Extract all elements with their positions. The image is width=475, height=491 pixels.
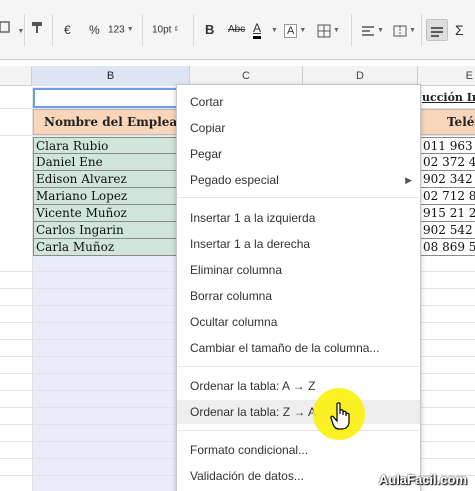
text-color-dropdown-icon[interactable]: ▼ bbox=[269, 19, 278, 41]
menu-item-sort-a-z[interactable]: Ordenar la tabla: A → Z bbox=[177, 374, 420, 398]
phone-cell[interactable]: 08 869 55 bbox=[418, 239, 475, 256]
column-header-e[interactable]: E bbox=[418, 66, 475, 86]
active-cell[interactable] bbox=[33, 88, 189, 108]
toolbar: ▼ € % 123 ▼ 10pt ⇕ B Abc A ▼ A ▼ ▼ ▼ ▼ Σ bbox=[0, 0, 475, 60]
currency-format-button[interactable]: € bbox=[64, 19, 71, 41]
table-row[interactable]: Carla Muñoz bbox=[33, 239, 190, 256]
submenu-arrow-icon: ▶ bbox=[405, 175, 412, 185]
menu-item-hide-column[interactable]: Ocultar columna bbox=[177, 310, 420, 334]
column-header-c[interactable]: C bbox=[190, 66, 303, 86]
print-icon[interactable]: ▼ bbox=[0, 19, 24, 41]
strikethrough-button[interactable]: Abc bbox=[228, 19, 245, 41]
paint-format-icon[interactable] bbox=[31, 19, 45, 41]
menu-item-clear-column[interactable]: Borrar columna bbox=[177, 284, 420, 308]
menu-item-insert-right[interactable]: Insertar 1 a la derecha bbox=[177, 232, 420, 256]
phone-cell[interactable]: 902 342 5 bbox=[418, 171, 475, 188]
menu-item-paste-special[interactable]: Pegado especial ▶ bbox=[177, 168, 420, 192]
menu-item-delete-column[interactable]: Eliminar columna bbox=[177, 258, 420, 282]
phone-cell[interactable]: 915 21 25 bbox=[418, 205, 475, 222]
hand-pointer-icon bbox=[330, 402, 350, 430]
menu-item-cut[interactable]: Cortar bbox=[177, 90, 420, 114]
table-row[interactable]: Clara Rubio bbox=[33, 137, 190, 154]
percent-format-button[interactable]: % bbox=[89, 19, 100, 41]
table-row[interactable]: Edison Alvarez bbox=[33, 171, 190, 188]
fill-color-label: A bbox=[284, 24, 298, 38]
table-row[interactable]: Daniel Ene bbox=[33, 154, 190, 171]
menu-item-sort-z-a[interactable]: Ordenar la tabla: Z → A bbox=[177, 400, 420, 424]
watermark-logo: AulaFacil.com bbox=[378, 472, 467, 487]
font-size-dropdown[interactable]: 10pt ⇕ bbox=[152, 19, 179, 41]
phone-cell[interactable]: 02 372 41 bbox=[418, 154, 475, 171]
menu-item-conditional-format[interactable]: Formato condicional... bbox=[177, 438, 420, 462]
corner-cell[interactable] bbox=[0, 66, 32, 86]
text-color-button[interactable]: A bbox=[253, 19, 262, 39]
column-header-b[interactable]: B bbox=[32, 66, 190, 86]
column-header-d[interactable]: D bbox=[303, 66, 418, 86]
menu-item-paste[interactable]: Pegar bbox=[177, 142, 420, 166]
borders-icon[interactable]: ▼ bbox=[317, 19, 340, 41]
table-row[interactable]: Vicente Muñoz bbox=[33, 205, 190, 222]
column-header-bar: B C D E bbox=[0, 66, 475, 86]
header-cell-name[interactable]: Nombre del Empleado bbox=[33, 109, 190, 135]
phone-cell[interactable]: 902 542 5 bbox=[418, 222, 475, 239]
table-row[interactable]: Carlos Ingarin bbox=[33, 222, 190, 239]
align-left-icon[interactable]: ▼ bbox=[361, 19, 384, 41]
phone-cell[interactable]: 011 963 4 bbox=[418, 137, 475, 154]
functions-button[interactable]: Σ bbox=[455, 19, 464, 41]
merge-cells-icon[interactable]: ▼ bbox=[393, 19, 416, 41]
bold-button[interactable]: B bbox=[205, 19, 214, 41]
number-format-dropdown[interactable]: 123 ▼ bbox=[108, 19, 134, 41]
column-context-menu: Cortar Copiar Pegar Pegado especial ▶ In… bbox=[176, 84, 421, 491]
phone-cell[interactable]: 02 712 85 bbox=[418, 188, 475, 205]
header-cell-phone[interactable]: Teléf bbox=[418, 109, 475, 135]
menu-item-resize-column[interactable]: Cambiar el tamaño de la columna... bbox=[177, 336, 420, 360]
menu-item-insert-left[interactable]: Insertar 1 a la izquierda bbox=[177, 206, 420, 230]
sheet-title-fragment[interactable]: ucción In bbox=[418, 89, 475, 107]
table-row[interactable]: Mariano Lopez bbox=[33, 188, 190, 205]
menu-item-label: Pegado especial bbox=[190, 173, 279, 187]
text-color-label: A bbox=[253, 21, 262, 35]
wrap-text-icon[interactable] bbox=[426, 19, 448, 41]
font-size-label: 10pt bbox=[152, 24, 172, 36]
number-format-label: 123 bbox=[108, 24, 125, 36]
menu-item-copy[interactable]: Copiar bbox=[177, 116, 420, 140]
fill-color-button[interactable]: A ▼ bbox=[284, 19, 306, 41]
